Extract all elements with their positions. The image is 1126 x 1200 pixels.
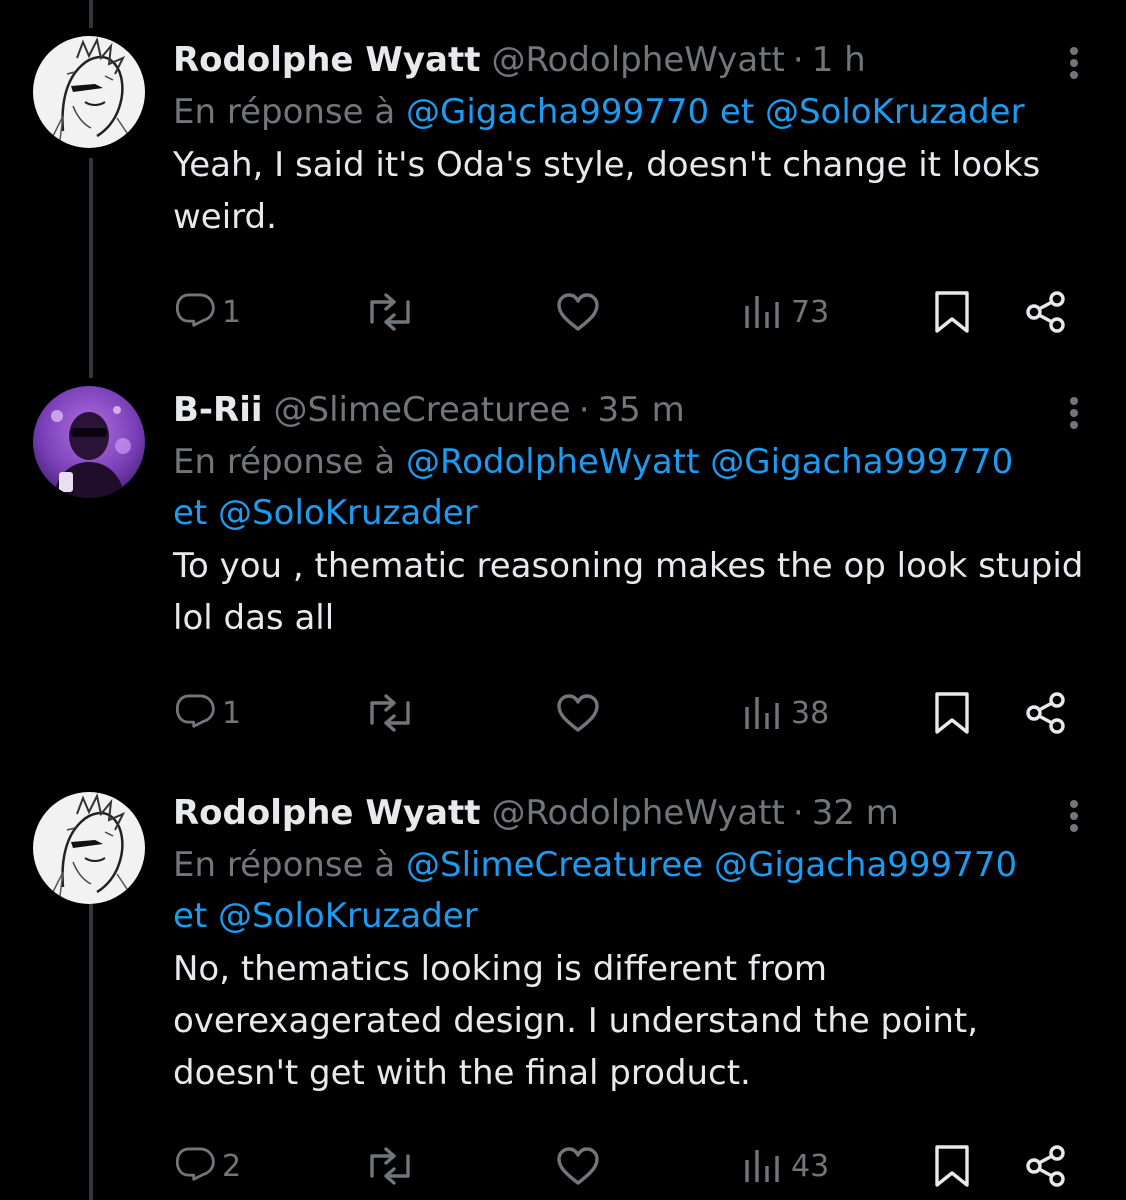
reply-prefix: En réponse à <box>173 442 396 482</box>
more-options-icon[interactable] <box>1062 393 1086 433</box>
repost-icon <box>370 1147 410 1185</box>
bookmark-button[interactable] <box>932 282 972 342</box>
display-name[interactable]: B-Rii <box>173 385 263 435</box>
tweet-actions: 1 38 <box>0 683 1126 743</box>
more-options-icon[interactable] <box>1062 796 1086 836</box>
manga-sketch-avatar-icon <box>33 36 145 148</box>
view-count: 38 <box>791 695 830 731</box>
share-icon <box>1026 692 1065 734</box>
tweet[interactable]: Rodolphe Wyatt @RodolpheWyatt · 32 m En … <box>0 780 1126 1200</box>
bookmark-button[interactable] <box>932 683 972 743</box>
views-button[interactable]: 38 <box>743 683 829 743</box>
views-icon <box>745 697 779 729</box>
bookmark-icon <box>935 692 969 734</box>
separator: · <box>578 390 590 430</box>
tweet-text: To you , thematic reasoning makes the op… <box>173 546 1084 638</box>
timestamp[interactable]: 35 m <box>598 385 685 435</box>
repost-button[interactable] <box>364 282 416 342</box>
share-icon <box>1026 1145 1065 1187</box>
reply-context: En réponse à @RodolpheWyatt @Gigacha9997… <box>173 437 1086 539</box>
tweet-header: B-Rii @SlimeCreaturee · 35 m <box>173 385 1086 435</box>
reply-icon <box>176 1147 215 1181</box>
separator: · <box>792 793 804 833</box>
user-handle[interactable]: @SlimeCreaturee <box>274 385 571 435</box>
avatar[interactable] <box>33 792 145 904</box>
tweet-text: Yeah, I said it's Oda's style, doesn't c… <box>173 145 1041 237</box>
view-count: 73 <box>791 294 830 330</box>
tweet-actions: 1 73 <box>0 282 1126 342</box>
timestamp[interactable]: 1 h <box>812 35 866 85</box>
share-button[interactable] <box>1024 683 1068 743</box>
reply-context: En réponse à @SlimeCreaturee @Gigacha999… <box>173 840 1086 942</box>
repost-icon <box>370 694 410 732</box>
reply-count: 2 <box>222 1148 242 1184</box>
timestamp[interactable]: 32 m <box>812 788 899 838</box>
tweet-actions: 2 43 <box>0 1136 1126 1196</box>
share-button[interactable] <box>1024 282 1068 342</box>
user-handle[interactable]: @RodolpheWyatt <box>491 788 784 838</box>
reply-button[interactable]: 2 <box>176 1136 241 1196</box>
tweet[interactable]: Rodolphe Wyatt @RodolpheWyatt · 1 h En r… <box>0 0 1126 370</box>
reply-mentions[interactable]: @RodolpheWyatt @Gigacha999770 <box>406 442 1013 482</box>
repost-icon <box>370 293 410 331</box>
more-options-icon[interactable] <box>1062 43 1086 83</box>
bookmark-icon <box>935 291 969 333</box>
reply-icon <box>176 293 215 327</box>
tweet-header: Rodolphe Wyatt @RodolpheWyatt · 1 h <box>173 35 1086 85</box>
reply-prefix: En réponse à <box>173 845 396 885</box>
heart-icon <box>557 694 599 732</box>
reply-context: En réponse à @Gigacha999770 et @SoloKruz… <box>173 87 1086 138</box>
views-icon <box>745 296 779 328</box>
reply-mentions[interactable]: @SlimeCreaturee @Gigacha999770 <box>406 845 1017 885</box>
reply-button[interactable]: 1 <box>176 683 241 743</box>
user-handle[interactable]: @RodolpheWyatt <box>491 35 784 85</box>
share-button[interactable] <box>1024 1136 1068 1196</box>
share-icon <box>1026 291 1065 333</box>
reply-count: 1 <box>222 294 242 330</box>
reply-mentions[interactable]: et @SoloKruzader <box>173 488 1086 539</box>
like-button[interactable] <box>555 683 601 743</box>
avatar[interactable] <box>33 36 145 148</box>
tweet-header: Rodolphe Wyatt @RodolpheWyatt · 32 m <box>173 788 1086 838</box>
views-icon <box>745 1150 779 1182</box>
bookmark-icon <box>935 1145 969 1187</box>
views-button[interactable]: 43 <box>743 1136 829 1196</box>
repost-button[interactable] <box>364 683 416 743</box>
tweet[interactable]: B-Rii @SlimeCreaturee · 35 m En réponse … <box>0 378 1126 778</box>
manga-sketch-avatar-icon <box>33 792 145 904</box>
avatar[interactable] <box>33 386 145 498</box>
heart-icon <box>557 293 599 331</box>
like-button[interactable] <box>555 282 601 342</box>
view-count: 43 <box>791 1148 830 1184</box>
reply-icon <box>176 694 215 728</box>
heart-icon <box>557 1147 599 1185</box>
repost-button[interactable] <box>364 1136 416 1196</box>
like-button[interactable] <box>555 1136 601 1196</box>
views-button[interactable]: 73 <box>743 282 829 342</box>
display-name[interactable]: Rodolphe Wyatt <box>173 788 480 838</box>
separator: · <box>792 40 804 80</box>
reply-mentions[interactable]: @Gigacha999770 et @SoloKruzader <box>406 92 1025 132</box>
display-name[interactable]: Rodolphe Wyatt <box>173 35 480 85</box>
bookmark-button[interactable] <box>932 1136 972 1196</box>
reply-count: 1 <box>222 695 242 731</box>
purple-portrait-avatar-icon <box>33 386 145 498</box>
reply-mentions[interactable]: et @SoloKruzader <box>173 891 1086 942</box>
tweet-text: No, thematics looking is different from … <box>173 949 979 1093</box>
reply-button[interactable]: 1 <box>176 282 241 342</box>
reply-prefix: En réponse à <box>173 92 396 132</box>
